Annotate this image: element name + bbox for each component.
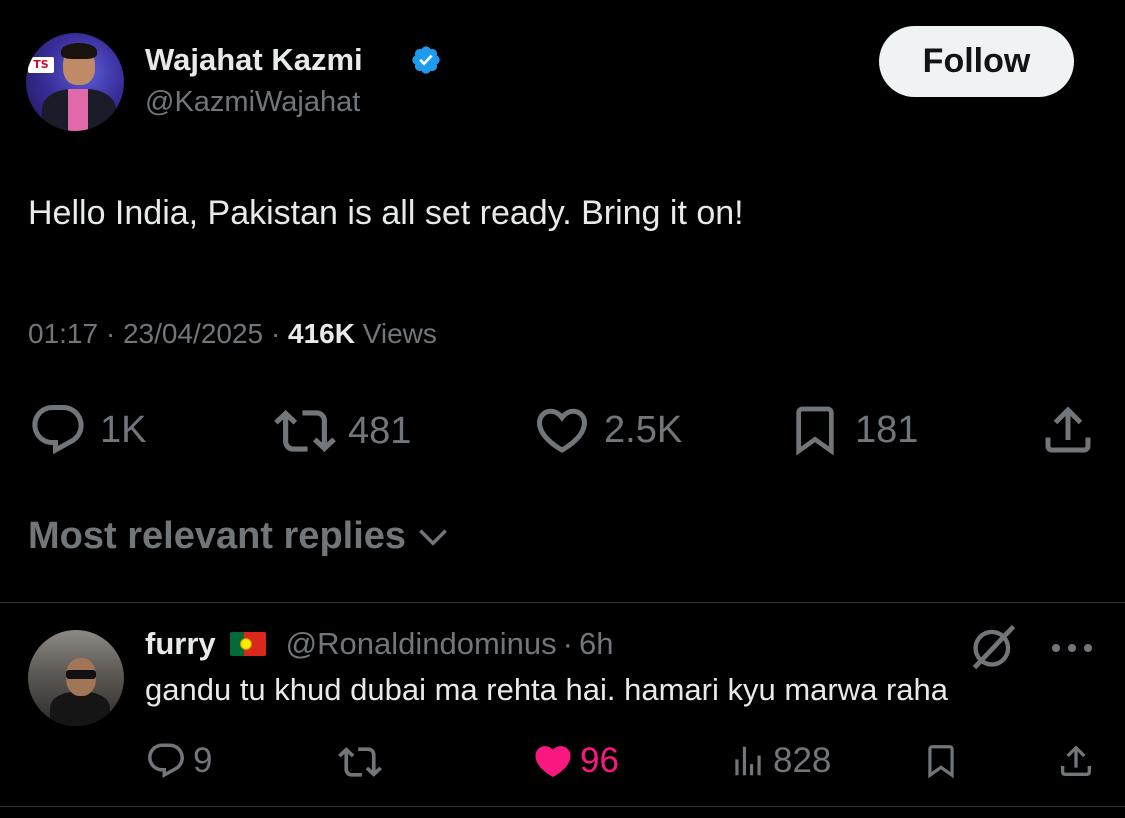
bookmark-button[interactable]: 181 (787, 400, 918, 460)
post-time: 01:17 (28, 318, 99, 349)
chevron-down-icon (419, 528, 447, 546)
verified-badge-icon (412, 46, 440, 74)
bar-chart-icon (735, 746, 761, 776)
repost-arrows-icon (338, 747, 382, 777)
reply-sort-label: Most relevant replies (28, 515, 407, 557)
repost-arrows-icon (274, 410, 336, 452)
bookmark-icon (928, 745, 954, 779)
post-meta: 01:17 · 23/04/2025 · 416K Views (28, 318, 437, 350)
reply-sort-dropdown[interactable]: Most relevant replies (28, 515, 452, 558)
repost-count: 481 (348, 409, 412, 452)
section-divider (0, 602, 1125, 603)
grok-slash-icon[interactable] (968, 620, 1020, 672)
author-avatar[interactable]: TS (26, 33, 124, 131)
speech-bubble-icon (32, 405, 84, 455)
repost-button[interactable]: 481 (274, 400, 411, 462)
reply-views-button[interactable]: 828 (729, 740, 831, 782)
reply-avatar[interactable] (28, 630, 124, 726)
reply-like-button[interactable]: 96 (532, 740, 619, 782)
reply-share-button[interactable] (1056, 740, 1096, 782)
post-date: 23/04/2025 (122, 318, 264, 349)
reply-reply-count: 9 (193, 741, 213, 780)
author-handle[interactable]: @KazmiWajahat (145, 86, 360, 119)
share-button[interactable] (1038, 400, 1098, 460)
channel-logo: TS (28, 57, 54, 73)
like-button[interactable]: 2.5K (532, 400, 682, 460)
reply-header: furry @Ronaldindominus · 6h (145, 626, 613, 662)
meta-separator: · (270, 318, 288, 349)
reply-bookmark-button[interactable] (922, 740, 960, 782)
portugal-flag-icon (229, 632, 266, 656)
reply-views-count: 828 (773, 741, 832, 780)
bottom-divider (0, 806, 1125, 807)
follow-button[interactable]: Follow (879, 26, 1074, 97)
heart-filled-icon (535, 746, 571, 778)
reply-repost-button[interactable] (338, 740, 382, 784)
reply-count: 1K (100, 408, 147, 451)
reply-author-handle[interactable]: @Ronaldindominus (286, 626, 557, 662)
views-count: 416K (288, 318, 355, 349)
bookmark-icon (796, 406, 834, 456)
reply-like-count: 96 (580, 741, 619, 780)
reply-author-name[interactable]: furry (145, 626, 216, 662)
share-upload-icon (1061, 745, 1091, 776)
meta-separator: · (562, 626, 573, 661)
views-label: Views (362, 318, 437, 349)
like-count: 2.5K (604, 408, 683, 451)
share-upload-icon (1045, 406, 1091, 453)
heart-icon (536, 408, 588, 453)
author-name[interactable]: Wajahat Kazmi (145, 42, 363, 78)
reply-button[interactable]: 1K (28, 400, 146, 460)
speech-bubble-icon (148, 743, 184, 778)
meta-separator: · (105, 318, 123, 349)
more-dots-icon[interactable] (1050, 640, 1094, 656)
reply-text: gandu tu khud dubai ma rehta hai. hamari… (145, 672, 949, 707)
reply-reply-button[interactable]: 9 (145, 740, 212, 782)
post-text: Hello India, Pakistan is all set ready. … (28, 194, 744, 232)
reply-age: 6h (578, 626, 614, 661)
bookmark-count: 181 (855, 408, 919, 451)
